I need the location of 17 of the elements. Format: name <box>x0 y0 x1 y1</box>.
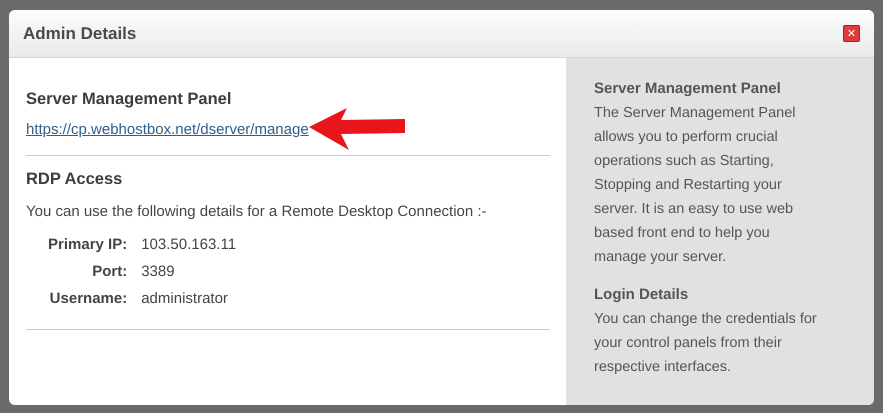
help-heading: Server Management Panel <box>594 79 782 99</box>
field-value: 3389 <box>141 263 176 280</box>
field-value: 103.50.163.11 <box>141 236 236 253</box>
section-heading: RDP Access <box>26 170 124 189</box>
field-label: Port: <box>91 263 128 280</box>
help-heading: Login Details <box>594 285 690 305</box>
field-label: Username: <box>48 290 128 307</box>
help-text: You can change the credentials for your control panels from their respective interfaces. <box>594 310 818 377</box>
close-button[interactable]: ✕ <box>843 25 860 42</box>
window-title: Admin Details <box>23 24 136 44</box>
help-text: The Server Management Panel allows you to perform crucial operations such as Starting, Stopping and Restarting your server. It is an easy to use web based front end to help you manage your server. <box>594 104 796 267</box>
field-label: Primary IP: <box>48 236 128 253</box>
arrow-icon <box>306 106 407 152</box>
section-heading: Server Management Panel <box>26 90 232 109</box>
intro-text: You can use the following details for a Remote Desktop Connection :- <box>26 203 488 220</box>
panel-link[interactable]: https://cp.webhostbox.net/dserver/manage <box>26 120 309 138</box>
field-value: administrator <box>141 290 229 307</box>
